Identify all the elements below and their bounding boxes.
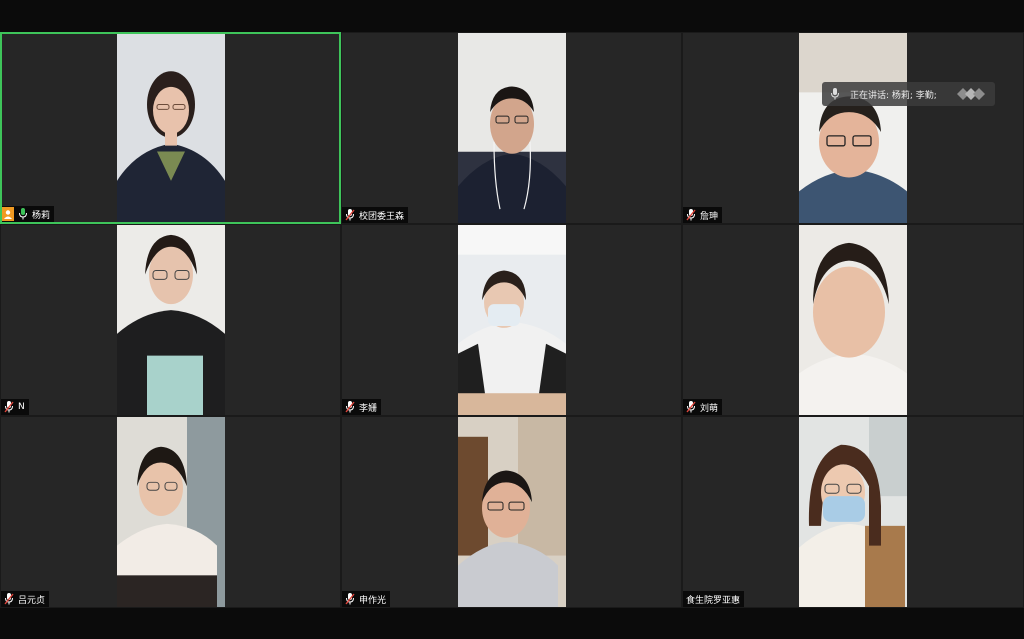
mic-icon: [830, 88, 840, 100]
participant-name: 詹珅: [700, 211, 719, 222]
participant-namebar: 申作光: [342, 591, 391, 607]
participant-name: 吕元贞: [18, 595, 46, 606]
participant-video: [799, 33, 907, 223]
person-figure: [458, 33, 566, 223]
participant-tile-zhanshen[interactable]: 詹珅 正在讲话: 杨莉; 李勤;: [682, 32, 1024, 224]
participant-video: [799, 417, 907, 607]
mic-muted-icon: [345, 209, 355, 221]
participant-name: 食生院罗亚惠: [686, 595, 741, 606]
participant-tile-liumeng[interactable]: 刘萌: [682, 224, 1024, 416]
speaking-indicator: 正在讲话: 杨莉; 李勤;: [822, 82, 995, 106]
participant-name: 校团委王森: [359, 211, 405, 222]
participant-video: [458, 225, 566, 415]
mic-muted-icon: [345, 593, 355, 605]
participant-namebar: N: [1, 399, 29, 415]
participant-tile-luoyahui[interactable]: 食生院罗亚惠: [682, 416, 1024, 608]
mic-muted-icon: [4, 401, 14, 413]
person-figure: [117, 225, 225, 415]
mic-muted-icon: [4, 593, 14, 605]
participant-name: 申作光: [359, 595, 387, 606]
participant-tile-wangsen[interactable]: 校团委王森: [341, 32, 682, 224]
participant-tile-shenzuoguang[interactable]: 申作光: [341, 416, 682, 608]
mic-muted-icon: [345, 401, 355, 413]
mic-muted-icon: [686, 209, 696, 221]
participant-name: 杨莉: [32, 210, 51, 221]
participant-video: [117, 417, 225, 607]
person-figure: [458, 225, 566, 415]
participant-name: 李姗: [359, 403, 378, 414]
host-badge-icon: [2, 207, 14, 221]
participant-video: [458, 417, 566, 607]
participant-name: N: [18, 402, 25, 412]
participant-video: [799, 225, 907, 415]
person-figure: [117, 34, 225, 222]
participant-tile-lishan[interactable]: 李姗: [341, 224, 682, 416]
person-figure: [799, 33, 907, 223]
participant-namebar: 詹珅: [683, 207, 723, 223]
person-figure: [458, 417, 566, 607]
mic-on-icon: [18, 208, 28, 220]
person-figure: [117, 417, 225, 607]
participant-tile-n[interactable]: N: [0, 224, 341, 416]
participant-namebar: 吕元贞: [1, 591, 50, 607]
participant-namebar: 杨莉: [2, 206, 55, 222]
person-figure: [799, 225, 907, 415]
participant-video: [117, 225, 225, 415]
participant-namebar: 刘萌: [683, 399, 723, 415]
participant-namebar: 李姗: [342, 399, 382, 415]
participant-video: [458, 33, 566, 223]
participant-tile-yangli[interactable]: 杨莉: [0, 32, 341, 224]
participant-namebar: 校团委王森: [342, 207, 409, 223]
person-figure: [799, 417, 907, 607]
app-logo-icon: [955, 88, 987, 100]
participant-namebar: 食生院罗亚惠: [683, 591, 745, 607]
mic-muted-icon: [686, 401, 696, 413]
speaking-label: 正在讲话: 杨莉; 李勤;: [850, 90, 937, 101]
participant-video: [117, 34, 225, 222]
video-grid: 杨莉 校团委王森 詹珅 正在讲话: 杨莉; 李勤; N 李姗 刘萌 吕元贞 申作…: [0, 32, 1024, 608]
participant-name: 刘萌: [700, 403, 719, 414]
participant-tile-lvyuanzhen[interactable]: 吕元贞: [0, 416, 341, 608]
